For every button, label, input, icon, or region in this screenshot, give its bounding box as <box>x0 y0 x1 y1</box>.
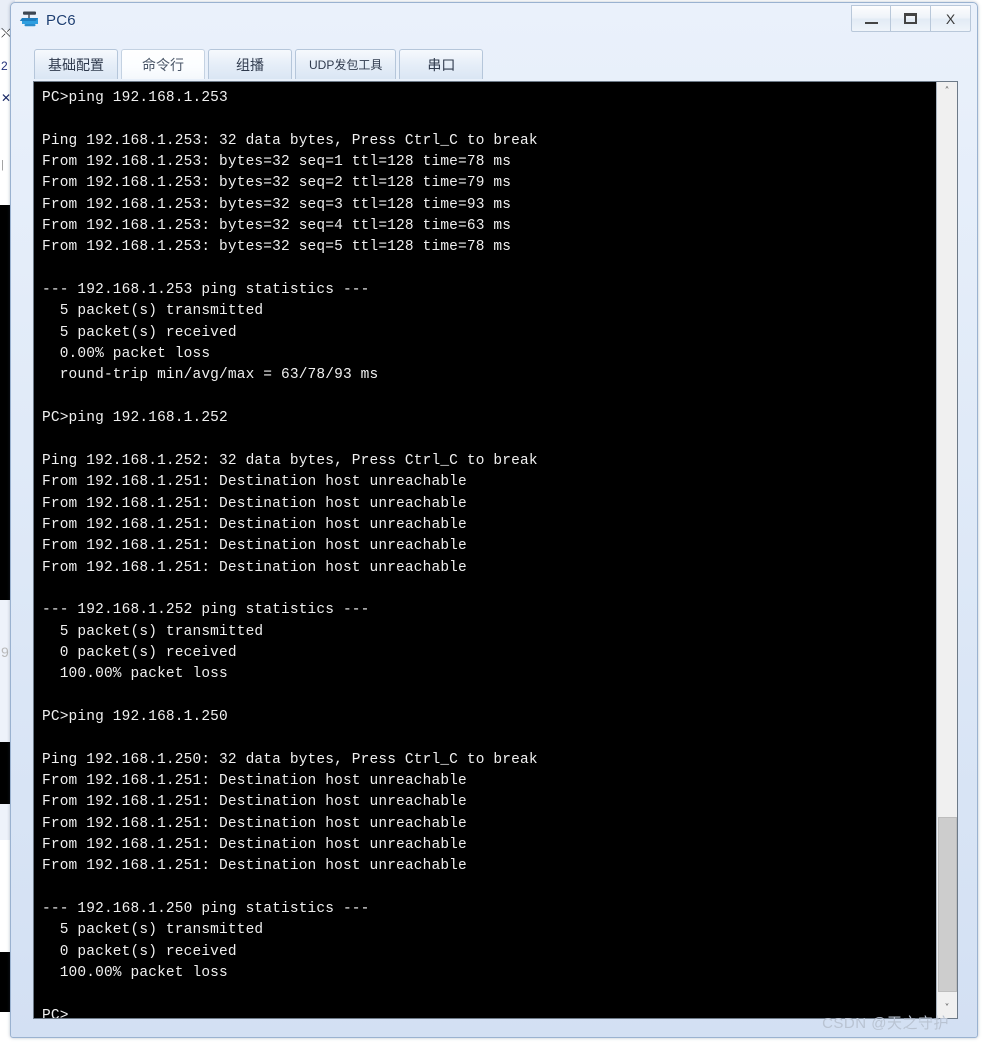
terminal-text: PC>ping 192.168.1.253 Ping 192.168.1.253… <box>42 90 538 1018</box>
minimize-icon <box>864 21 878 24</box>
window-controls: X <box>851 5 971 33</box>
command-line-panel: PC>ping 192.168.1.253 Ping 192.168.1.253… <box>33 81 958 1019</box>
terminal-output-area[interactable]: PC>ping 192.168.1.253 Ping 192.168.1.253… <box>34 82 936 1018</box>
tab-basic-config[interactable]: 基础配置 <box>34 49 118 79</box>
tab-bar: 基础配置 命令行 组播 UDP发包工具 串口 <box>34 47 486 79</box>
close-button[interactable]: X <box>931 5 971 32</box>
maximize-button[interactable] <box>891 5 931 32</box>
window-titlebar[interactable]: PC6 X <box>11 3 977 37</box>
scroll-down-arrow-icon[interactable]: ˅ <box>937 999 957 1018</box>
background-glyph-9: 9 <box>1 644 9 660</box>
maximize-icon <box>904 13 917 24</box>
background-glyph-2: 2 <box>1 59 8 73</box>
tab-serial-port[interactable]: 串口 <box>399 49 484 79</box>
tab-udp-tool[interactable]: UDP发包工具 <box>295 49 397 79</box>
scrollbar-thumb[interactable] <box>938 817 957 992</box>
window-title: PC6 <box>46 11 76 29</box>
tab-command-line[interactable]: 命令行 <box>121 49 205 79</box>
device-pc-icon <box>19 10 41 30</box>
minimize-button[interactable] <box>851 5 891 32</box>
pc6-window: PC6 X 基础配置 命令行 组播 UDP发包工具 串口 PC>ping 192… <box>10 2 978 1038</box>
tab-multicast[interactable]: 组播 <box>208 49 292 79</box>
scroll-up-arrow-icon[interactable]: ˄ <box>937 82 957 101</box>
background-glyph-bar: | <box>1 159 4 171</box>
terminal-scrollbar[interactable]: ˄ ˅ <box>936 82 957 1018</box>
